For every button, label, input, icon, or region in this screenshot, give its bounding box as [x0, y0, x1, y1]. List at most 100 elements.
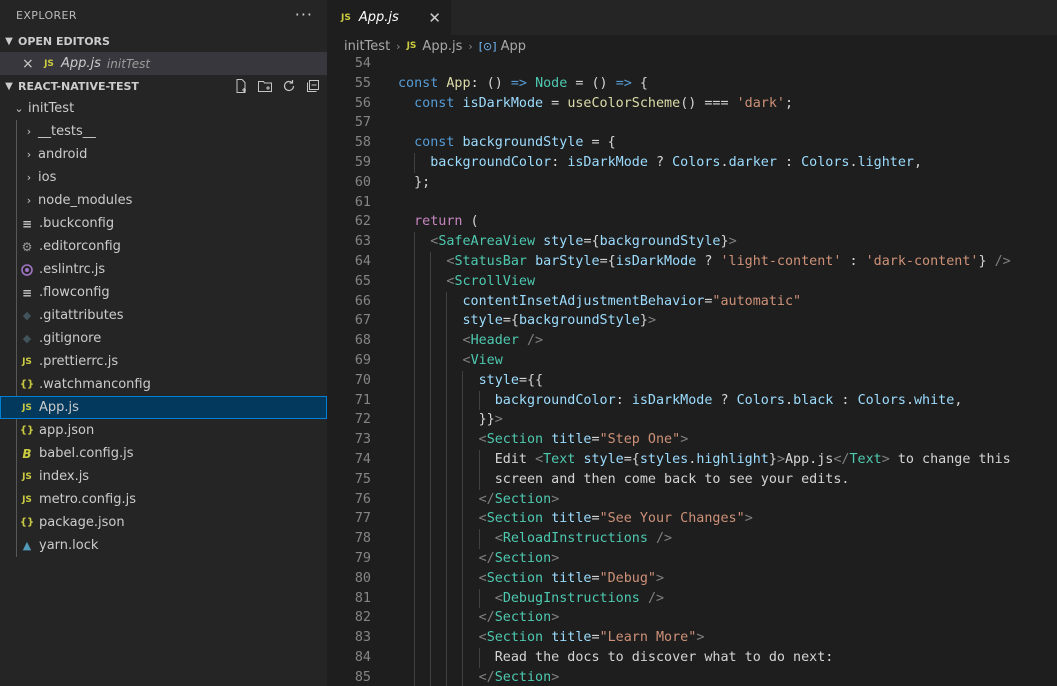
code-line: <ScrollView — [446, 273, 536, 289]
tree-item[interactable]: ◆ .gitattributes — [0, 304, 327, 327]
indent-guide — [462, 667, 464, 686]
line-number: 72 — [354, 412, 371, 428]
code-line: return ( — [414, 214, 479, 230]
indent-guide — [430, 509, 432, 530]
line-number: 66 — [354, 293, 371, 309]
close-icon[interactable]: ✕ — [428, 9, 441, 27]
tree-item[interactable]: JS index.js — [0, 465, 327, 488]
indent-guide — [414, 351, 416, 371]
editor-area: JS App.js ✕ initTest › JS App.js › [⊙] A… — [327, 0, 1057, 686]
code-line: <ReloadInstructions /> — [494, 531, 673, 547]
line-number: 63 — [354, 234, 371, 250]
code-line: backgroundColor: isDarkMode ? Colors.dar… — [430, 155, 923, 170]
code-editor[interactable]: 54 55 const App: () => Node = () => {56 co… — [327, 55, 1057, 686]
tree-item[interactable]: › ios — [0, 166, 327, 189]
indent-guide — [414, 667, 416, 686]
tree-item[interactable]: ≡ .flowconfig — [0, 281, 327, 304]
indent-guide — [430, 370, 432, 391]
new-file-icon[interactable] — [233, 78, 249, 94]
js-file-icon: JS — [22, 494, 32, 505]
json-file-icon: {} — [19, 517, 35, 528]
more-actions-icon[interactable]: ··· — [295, 7, 313, 23]
indent-guide — [430, 568, 432, 589]
indent-guide — [462, 628, 464, 648]
code-line: <Section title="See Your Changes"> — [478, 511, 753, 527]
breadcrumb-file[interactable]: App.js — [422, 39, 462, 54]
tree-item[interactable]: JS .prettierrc.js — [0, 350, 327, 373]
chevron-right-icon: › — [26, 148, 32, 161]
tree-item[interactable]: JS metro.config.js — [0, 488, 327, 511]
indent-guide — [430, 390, 432, 411]
line-number: 55 — [354, 75, 371, 91]
refresh-icon[interactable] — [281, 78, 297, 94]
new-folder-icon[interactable] — [257, 78, 273, 94]
tree-item-label: .buckconfig — [39, 216, 115, 231]
code-line: style={backgroundStyle}> — [462, 313, 657, 329]
js-file-icon: JS — [22, 356, 32, 367]
tree-item[interactable]: .eslintrc.js — [0, 258, 327, 281]
indent-guide — [414, 232, 416, 252]
tree-item-selected[interactable]: JS App.js — [0, 396, 327, 419]
chevron-right-icon: › — [396, 39, 401, 53]
code-line: <Section title="Learn More"> — [478, 630, 705, 646]
chevron-down-icon: ⌄ — [14, 102, 24, 115]
code-line: }; — [398, 174, 431, 190]
tree-item-label: android — [38, 147, 88, 162]
line-number: 68 — [354, 333, 371, 349]
tree-item-label: .watchmanconfig — [39, 377, 151, 392]
line-number: 61 — [354, 194, 371, 210]
breadcrumb-symbol[interactable]: App — [501, 39, 526, 54]
tree-item[interactable]: {} package.json — [0, 511, 327, 534]
tree-item[interactable]: {} .watchmanconfig — [0, 373, 327, 396]
indent-guide — [446, 469, 448, 490]
indent-guide — [414, 549, 416, 569]
breadcrumb-folder[interactable]: initTest — [344, 39, 390, 54]
indent-guide — [446, 291, 448, 312]
open-editor-item[interactable]: × JS App.js initTest — [0, 52, 327, 75]
folder-inittest[interactable]: ⌄ initTest — [0, 97, 327, 120]
indent-guide — [446, 331, 448, 351]
json-file-icon: {} — [19, 425, 35, 436]
git-file-icon: ◆ — [22, 309, 32, 322]
tree-item[interactable]: ≡ .buckconfig — [0, 212, 327, 235]
indent-guide — [430, 410, 432, 431]
tree-item[interactable]: ▲ yarn.lock — [0, 534, 327, 557]
tree-item[interactable]: ⚙ .editorconfig — [0, 235, 327, 258]
indent-guide — [414, 410, 416, 431]
tree-item-label: index.js — [39, 469, 90, 484]
tree-item[interactable]: {} app.json — [0, 419, 327, 442]
code-line: const App: () => Node = () => { — [398, 75, 648, 91]
line-number: 62 — [354, 214, 371, 230]
line-number: 84 — [354, 650, 371, 665]
open-editor-name: App.js — [61, 56, 101, 71]
indent-guide — [462, 410, 464, 431]
indent-guide — [478, 450, 480, 470]
indent-guide — [462, 509, 464, 530]
indent-guide — [414, 390, 416, 411]
tree-item[interactable]: › android — [0, 143, 327, 166]
indent-guide — [446, 568, 448, 589]
indent-guide — [414, 588, 416, 609]
line-number: 75 — [354, 471, 371, 487]
collapse-all-icon[interactable] — [305, 78, 321, 94]
chevron-right-icon: › — [26, 171, 32, 184]
indent-guide — [430, 291, 432, 312]
tree-item[interactable]: ◆ .gitignore — [0, 327, 327, 350]
tree-item[interactable]: B babel.config.js — [0, 442, 327, 465]
open-editors-header[interactable]: ▼ OPEN EDITORS — [0, 30, 327, 52]
tree-item-label: .editorconfig — [39, 239, 121, 254]
tab-app-js[interactable]: JS App.js ✕ — [327, 0, 451, 35]
close-icon[interactable]: × — [22, 56, 36, 72]
indent-guide — [478, 648, 480, 668]
tree-item[interactable]: › node_modules — [0, 189, 327, 212]
line-number: 54 — [354, 56, 371, 71]
code-line: const isDarkMode = useColorScheme() === … — [414, 95, 794, 111]
code-line: style={{ — [478, 372, 544, 388]
code-line: Edit <Text style={styles.highlight}>App.… — [398, 452, 1011, 467]
tree-item[interactable]: › __tests__ — [0, 120, 327, 143]
code-line: contentInsetAdjustmentBehavior="automati… — [462, 293, 802, 309]
line-number: 76 — [354, 491, 371, 507]
indent-guide — [462, 469, 464, 490]
indent-guide — [414, 331, 416, 351]
project-header[interactable]: ▼ REACT-NATIVE-TEST — [0, 75, 327, 97]
